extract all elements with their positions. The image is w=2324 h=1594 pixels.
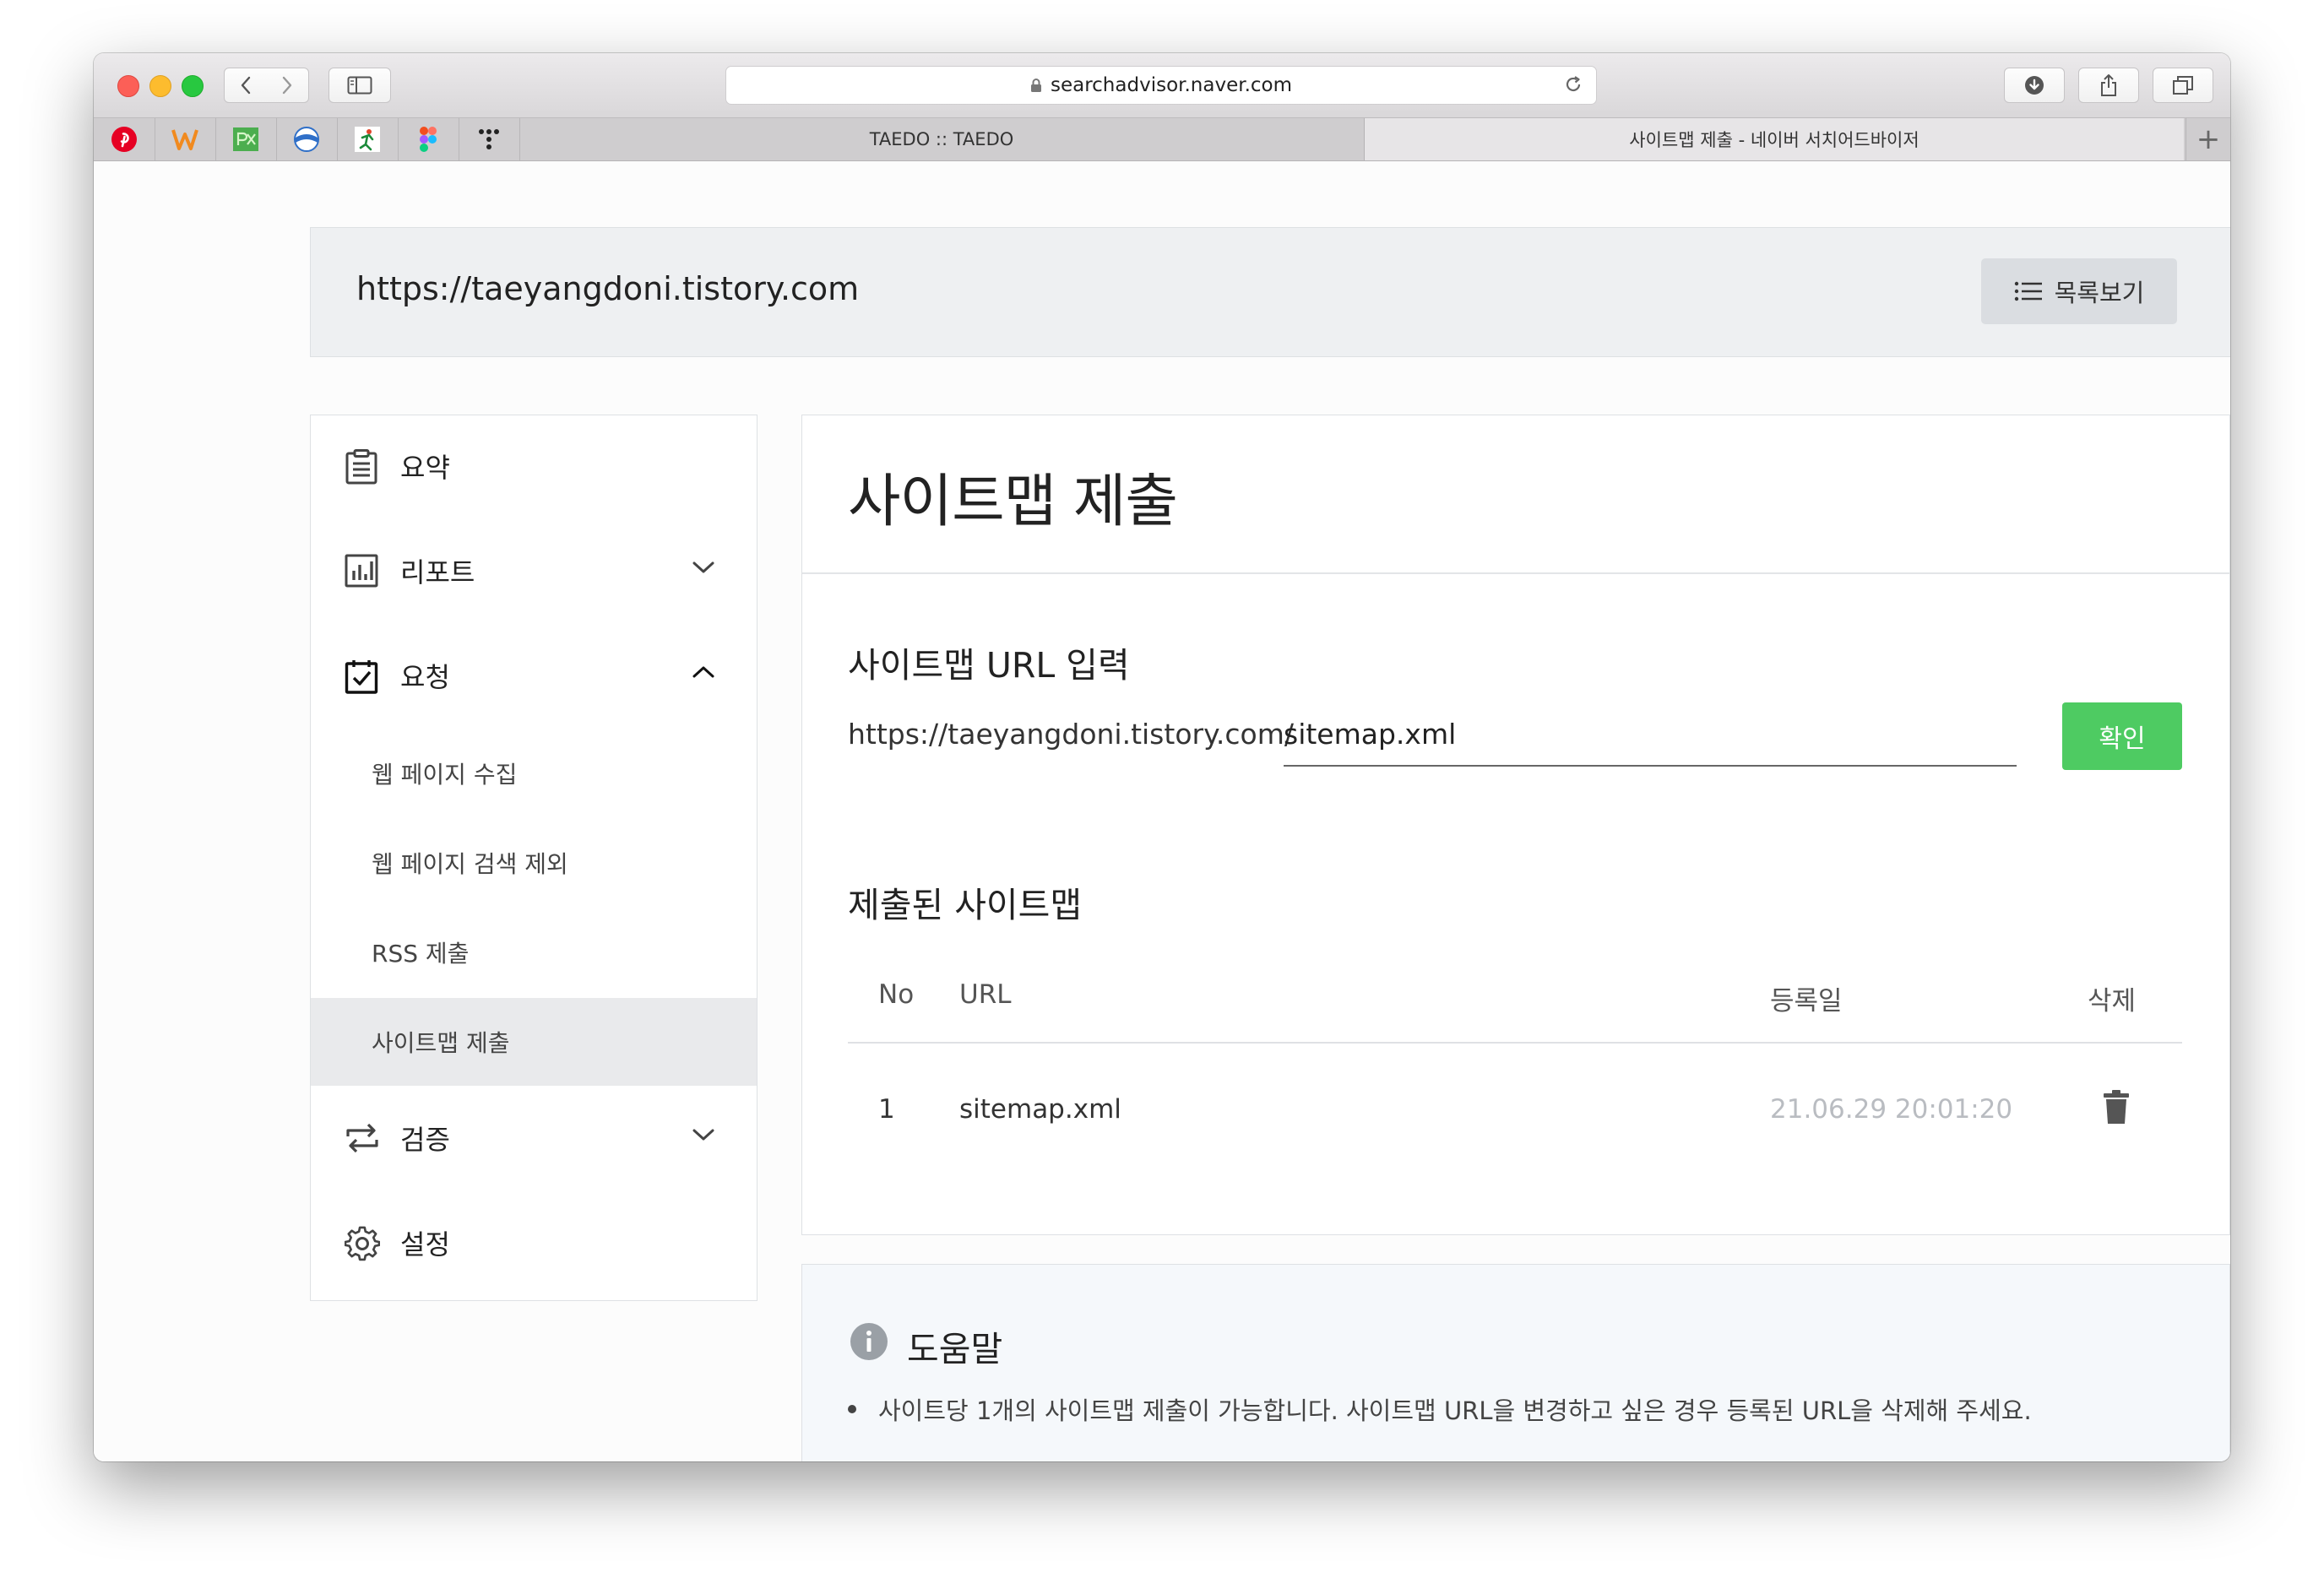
favorite-w[interactable]	[155, 118, 216, 160]
repeat-icon	[346, 1123, 378, 1153]
tab-label: TAEDO :: TAEDO	[869, 129, 1014, 149]
globe-icon	[294, 127, 319, 152]
page-content: https://taeyangdoni.tistory.com 목록보기 요약 …	[94, 161, 2230, 1461]
column-header-url: URL	[959, 979, 1012, 1010]
bar-chart-icon	[345, 554, 378, 588]
sitemap-submit-card: 사이트맵 제출 사이트맵 URL 입력 https://taeyangdoni.…	[801, 415, 2230, 1235]
help-card: 도움말 사이트당 1개의 사이트맵 제출이 가능합니다. 사이트맵 URL을 변…	[801, 1264, 2230, 1461]
site-url: https://taeyangdoni.tistory.com	[356, 270, 860, 307]
trash-icon[interactable]	[2103, 1089, 2130, 1125]
dots-icon	[479, 129, 499, 149]
share-icon	[2101, 74, 2116, 96]
nav-label: 설정	[400, 1228, 450, 1261]
row-url: sitemap.xml	[959, 1094, 1121, 1125]
favorite-pinterest[interactable]	[94, 118, 155, 160]
nav-item-request[interactable]: 요청	[311, 625, 757, 726]
subnav-label: RSS 제출	[372, 940, 470, 968]
page-title: 사이트맵 제출	[848, 469, 1178, 535]
nav-label: 리포트	[400, 556, 475, 588]
address-bar[interactable]: searchadvisor.naver.com	[725, 66, 1597, 105]
browser-toolbar: searchadvisor.naver.com	[94, 53, 2230, 118]
confirm-button[interactable]: 확인	[2062, 702, 2182, 770]
close-window-button[interactable]	[117, 75, 139, 97]
help-text: 사이트당 1개의 사이트맵 제출이 가능합니다. 사이트맵 URL을 변경하고 …	[878, 1396, 2032, 1425]
column-header-no: No	[878, 979, 915, 1010]
help-title: 도움말	[907, 1329, 1003, 1369]
favorite-figma[interactable]	[398, 118, 459, 160]
tab-overview-button[interactable]	[2153, 68, 2213, 103]
checklist-icon	[345, 660, 378, 694]
nav-item-verify[interactable]: 검증	[311, 1087, 757, 1189]
site-header: https://taeyangdoni.tistory.com 목록보기	[310, 227, 2230, 357]
tab-label: 사이트맵 제출 - 네이버 서치어드바이저	[1629, 130, 1919, 150]
table-divider	[848, 1042, 2182, 1044]
share-button[interactable]	[2078, 68, 2139, 103]
url-section-title: 사이트맵 URL 입력	[848, 645, 1130, 686]
address-text: searchadvisor.naver.com	[1050, 74, 1293, 96]
info-icon	[850, 1323, 888, 1360]
zoom-window-button[interactable]	[182, 75, 204, 97]
new-tab-button[interactable]: +	[2186, 118, 2230, 160]
clipboard-icon	[345, 449, 377, 485]
bullet-icon	[848, 1405, 856, 1413]
row-no: 1	[878, 1094, 895, 1125]
url-prefix: https://taeyangdoni.tistory.com/	[848, 718, 1294, 751]
chevron-right-icon	[282, 76, 292, 95]
gear-icon	[345, 1226, 380, 1261]
minimize-window-button[interactable]	[149, 75, 171, 97]
reload-icon[interactable]	[1562, 73, 1584, 95]
px-icon	[233, 127, 258, 151]
subnav-item-page-exclude[interactable]: 웹 페이지 검색 제외	[311, 819, 757, 907]
favorite-runner[interactable]	[337, 118, 399, 160]
subnav-label: 사이트맵 제출	[372, 1029, 510, 1057]
tab-sitemap-submit[interactable]: 사이트맵 제출 - 네이버 서치어드바이저	[1365, 118, 2184, 160]
favorite-dots[interactable]	[459, 118, 520, 160]
chevron-down-icon	[692, 1129, 714, 1141]
submitted-sitemaps-title: 제출된 사이트맵	[848, 885, 1083, 925]
chevron-up-icon	[692, 666, 714, 678]
chevron-left-icon	[241, 76, 251, 95]
sidebar-toggle-button[interactable]	[329, 68, 391, 103]
pinterest-icon	[111, 127, 137, 152]
nav-label: 요약	[400, 452, 450, 484]
favorite-globe[interactable]	[276, 118, 338, 160]
nav-item-settings[interactable]: 설정	[311, 1192, 757, 1293]
column-header-date: 등록일	[1770, 986, 1843, 1017]
back-button[interactable]	[224, 68, 268, 103]
list-view-button[interactable]: 목록보기	[1981, 258, 2177, 324]
left-navigation: 요약 리포트 요청 웹 페이지 수집 웹 페이지 검색 제외 RSS 제출 사이…	[310, 415, 757, 1301]
list-view-label: 목록보기	[2054, 279, 2145, 307]
nav-item-summary[interactable]: 요약	[311, 415, 757, 517]
tabs-icon	[2173, 76, 2193, 95]
downloads-button[interactable]	[2004, 68, 2065, 103]
subnav-label: 웹 페이지 수집	[372, 761, 518, 789]
subnav-item-sitemap[interactable]: 사이트맵 제출	[311, 998, 757, 1086]
title-divider	[802, 572, 2229, 574]
favorite-px[interactable]	[215, 118, 277, 160]
forward-button[interactable]	[266, 68, 309, 103]
column-header-delete: 삭제	[2088, 986, 2137, 1017]
subnav-item-page-crawl[interactable]: 웹 페이지 수집	[311, 729, 757, 817]
download-icon	[2025, 76, 2044, 95]
lock-icon	[1030, 79, 1041, 92]
figma-icon	[420, 127, 437, 152]
w-icon	[171, 129, 198, 150]
browser-window: searchadvisor.naver.com TAEDO:: TAEDO 사…	[94, 53, 2230, 1461]
sitemap-url-input[interactable]	[1284, 702, 2017, 767]
chevron-down-icon	[692, 561, 714, 573]
nav-item-report[interactable]: 리포트	[311, 520, 757, 621]
list-icon	[2014, 281, 2042, 301]
row-date: 21.06.29 20:01:20	[1770, 1094, 2013, 1125]
tab-bar: TAEDO :: TAEDO 사이트맵 제출 - 네이버 서치어드바이저 +	[94, 118, 2230, 161]
tab-taedo[interactable]: TAEDO :: TAEDO	[519, 118, 1365, 160]
runner-icon	[355, 127, 380, 152]
subnav-label: 웹 페이지 검색 제외	[372, 850, 568, 878]
nav-label: 요청	[400, 661, 450, 693]
sidebar-icon	[347, 76, 372, 95]
subnav-item-rss[interactable]: RSS 제출	[311, 908, 757, 996]
nav-label: 검증	[400, 1124, 450, 1156]
